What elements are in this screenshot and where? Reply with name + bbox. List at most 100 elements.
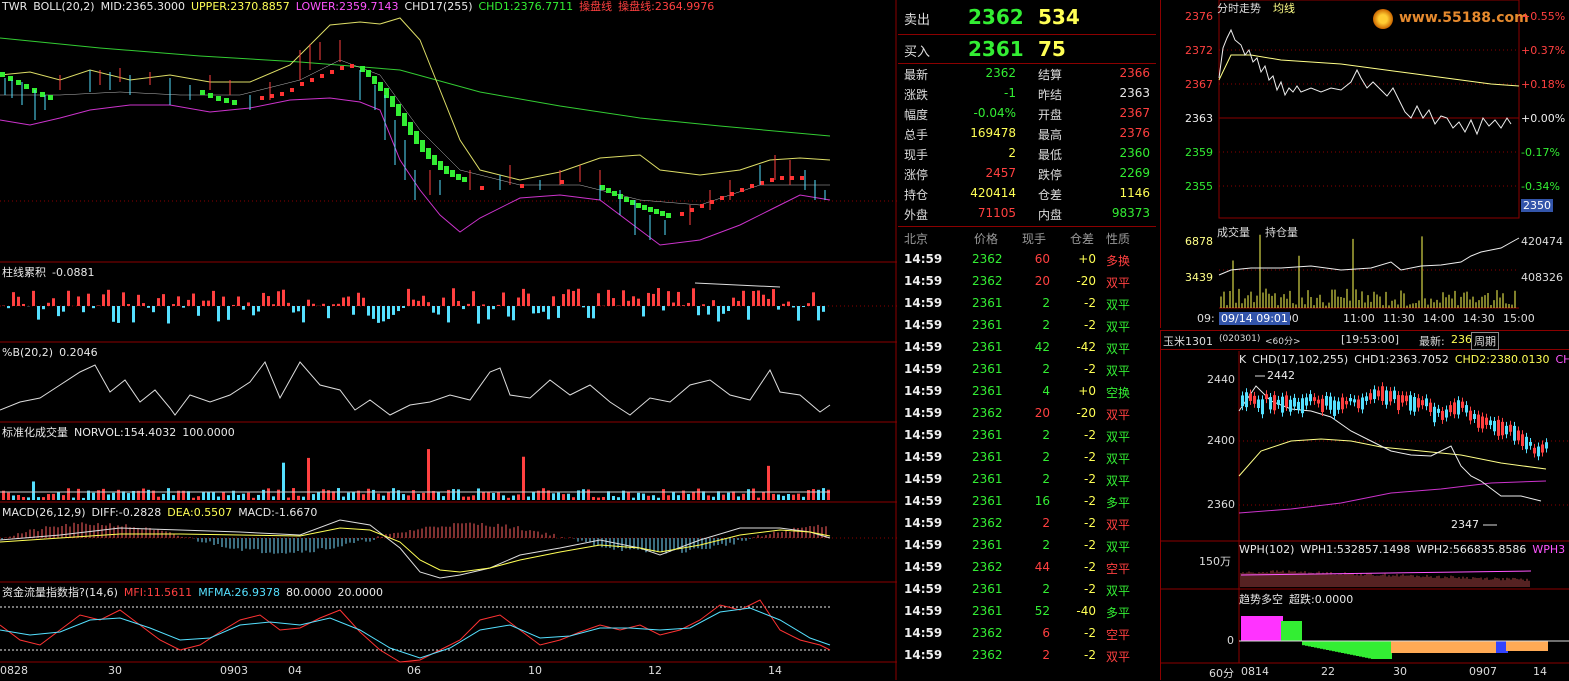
tick-row[interactable]: 14:59236116-2多平	[898, 490, 1156, 512]
normvol-bar	[737, 496, 740, 500]
indicator-label: WPH2:566835.8586	[1416, 543, 1526, 556]
mini-kline-panel[interactable]: 玉米1301 (020301) <60分> [19:53:00] 最新: 236…	[1160, 330, 1569, 680]
cumulative-bar	[162, 294, 165, 306]
volume-title: 成交量	[1217, 224, 1250, 240]
cumulative-bar	[122, 292, 125, 306]
tick-row[interactable]: 14:5923612-2双平	[898, 578, 1156, 600]
tick-time: 14:59	[904, 582, 942, 596]
cumulative-bar	[222, 297, 225, 306]
operation-line-up	[260, 64, 804, 216]
normvol-bar	[67, 488, 70, 500]
trend-bar-orange	[1463, 641, 1466, 653]
cumulative-bar	[312, 304, 315, 306]
tick-oi-change: -2	[1084, 450, 1096, 464]
tick-row[interactable]: 14:59236152-40多平	[898, 600, 1156, 622]
buy-row[interactable]: 买入 2361 75	[898, 35, 1156, 64]
axis-tick: 22	[1321, 665, 1335, 678]
sell-row[interactable]: 卖出 2362 534	[898, 0, 1156, 35]
tick-time: 14:59	[904, 406, 942, 420]
normvol-bar	[167, 488, 170, 500]
indicator-label: 资金流量指数指?(14,6)	[2, 586, 118, 599]
normvol-bar	[527, 497, 530, 500]
normvol-bar	[652, 495, 655, 500]
tick-row[interactable]: 14:59236142-42双平	[898, 336, 1156, 358]
intraday-panel[interactable]: 分时走势 均线 www.55188.com 2376+0.55%2372+0.3…	[1160, 0, 1569, 328]
normvol-bar	[322, 489, 325, 500]
main-chart-area[interactable]: TWRBOLL(20,2)MID:2365.3000UPPER:2370.885…	[0, 0, 897, 680]
tick-price: 2362	[972, 406, 1003, 420]
chd1-line	[0, 38, 830, 136]
indicator-label: K	[1239, 353, 1246, 366]
tick-time: 14:59	[904, 538, 942, 552]
mini-axis: 60分 0814 22 30 0907 14	[1161, 665, 1569, 681]
tick-oi-change: -2	[1084, 362, 1096, 376]
normvol-bar	[162, 494, 165, 500]
indicator-label: MID:2365.3000	[101, 0, 185, 13]
normvol-bar	[197, 496, 200, 500]
intraday-svg	[1161, 0, 1569, 328]
normvol-bar	[312, 494, 315, 500]
tick-time: 14:59	[904, 626, 942, 640]
tick-price: 2361	[972, 494, 1003, 508]
tick-row[interactable]: 14:5923622-2双平	[898, 512, 1156, 534]
tick-price: 2361	[972, 384, 1003, 398]
buy-price: 2361	[968, 37, 1024, 61]
tick-row[interactable]: 14:5923612-2双平	[898, 358, 1156, 380]
trend-bar-green	[1305, 641, 1308, 646]
trend-bar-green	[1353, 641, 1356, 655]
tick-row[interactable]: 14:59236260+0多换	[898, 248, 1156, 270]
tick-row[interactable]: 14:5923614+0空换	[898, 380, 1156, 402]
cumulative-labels: 柱线累积-0.0881	[2, 266, 100, 280]
indicator-label: WPH3	[1532, 543, 1565, 556]
mini-low-mark: 2347	[1451, 518, 1479, 531]
normvol-bar	[657, 498, 660, 500]
trend-bar-orange	[1509, 641, 1512, 651]
tick-row[interactable]: 14:5923612-2双平	[898, 314, 1156, 336]
intraday-pct-tick: +0.55%	[1521, 10, 1565, 23]
trend-bar-orange	[1542, 641, 1545, 651]
date-tick: 06	[407, 664, 421, 677]
tick-row[interactable]: 14:5923612-2双平	[898, 446, 1156, 468]
cumulative-bar	[457, 301, 460, 306]
cumulative-bar	[797, 306, 800, 321]
tick-nature: 双平	[1106, 318, 1130, 335]
tick-row[interactable]: 14:59236244-2空平	[898, 556, 1156, 578]
normvol-bar	[582, 489, 585, 500]
normvol-bar	[32, 481, 35, 500]
normvol-bar	[532, 492, 535, 500]
stat-value: -0.04%	[974, 106, 1016, 120]
normvol-bar	[47, 494, 50, 500]
tick-oi-change: -2	[1084, 648, 1096, 662]
normvol-bar	[347, 493, 350, 500]
time-tick: 15:00	[1503, 312, 1535, 325]
tick-row[interactable]: 14:5923622-2双平	[898, 644, 1156, 666]
trend-bar-green	[1365, 641, 1368, 658]
tick-row[interactable]: 14:59236220-20双平	[898, 270, 1156, 292]
tick-row[interactable]: 14:5923612-2双平	[898, 468, 1156, 490]
tick-time: 14:59	[904, 472, 942, 486]
normvol-bar	[202, 493, 205, 500]
cumulative-bar	[197, 306, 200, 316]
cumulative-bar	[557, 306, 560, 318]
stat-label: 涨跌	[904, 86, 928, 103]
trend-bar-orange	[1527, 641, 1530, 651]
cumulative-bar	[242, 306, 245, 310]
cumulative-bar	[7, 306, 10, 308]
tick-price: 2361	[972, 428, 1003, 442]
indicator-label: CH	[1555, 353, 1569, 366]
tick-row[interactable]: 14:5923626-2空平	[898, 622, 1156, 644]
tick-row[interactable]: 14:5923612-2双平	[898, 534, 1156, 556]
tick-volume: 2	[1042, 538, 1050, 552]
stat-value: 2269	[1119, 166, 1150, 180]
trend-bar-up	[1250, 616, 1253, 641]
sell-label: 卖出	[904, 9, 930, 28]
trend-bar-orange	[1524, 641, 1527, 651]
normvol-bar	[662, 489, 665, 500]
indicator-label: MACD:-1.6670	[238, 506, 317, 519]
tick-row[interactable]: 14:5923612-2双平	[898, 424, 1156, 446]
tick-row[interactable]: 14:5923612-2双平	[898, 292, 1156, 314]
tick-list[interactable]: 14:59236260+0多换14:59236220-20双平14:592361…	[898, 248, 1156, 678]
cumulative-bar	[372, 306, 375, 319]
cumulative-bar	[662, 306, 665, 310]
tick-row[interactable]: 14:59236220-20双平	[898, 402, 1156, 424]
